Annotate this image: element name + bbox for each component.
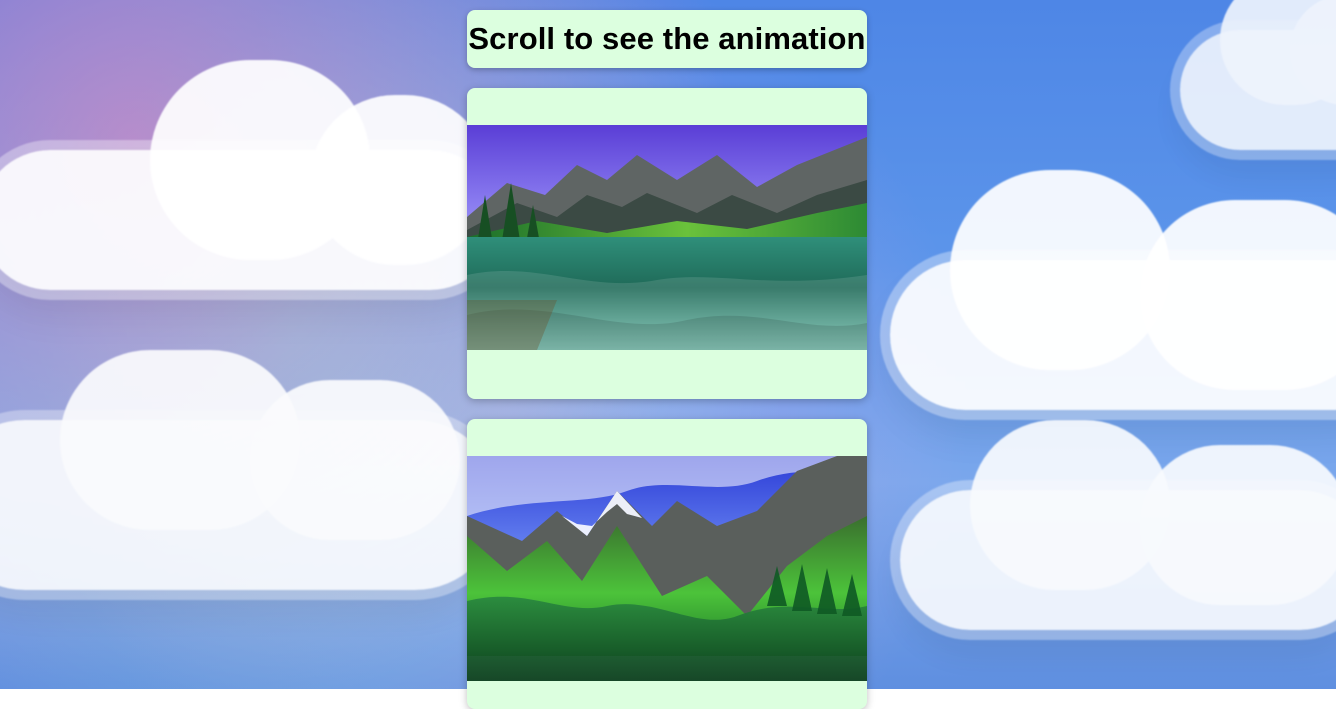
mountain-valley-image bbox=[467, 456, 867, 681]
cloud bbox=[1180, 30, 1336, 150]
page-title-container: Scroll to see the animation bbox=[467, 10, 867, 68]
mountain-lake-image bbox=[467, 125, 867, 350]
cloud bbox=[0, 420, 500, 590]
cloud bbox=[900, 490, 1336, 630]
page-title: Scroll to see the animation bbox=[468, 21, 865, 57]
content-column: Scroll to see the animation bbox=[467, 10, 867, 68]
image-card bbox=[467, 419, 867, 709]
cloud bbox=[890, 260, 1336, 410]
card-image bbox=[467, 125, 867, 350]
image-card bbox=[467, 88, 867, 399]
card-image bbox=[467, 456, 867, 681]
cloud bbox=[0, 150, 500, 290]
